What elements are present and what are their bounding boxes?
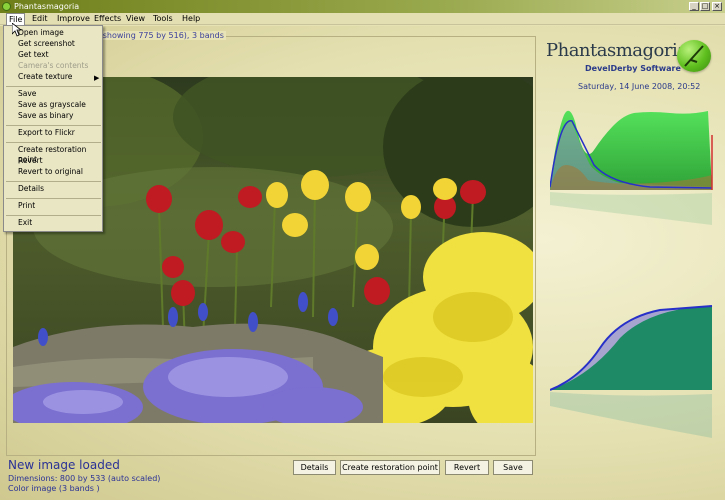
cumulative-histogram: [550, 305, 713, 438]
menu-revert-to-original[interactable]: Revert to original: [18, 167, 83, 177]
submenu-arrow-icon: ▶: [94, 74, 100, 82]
status-title: New image loaded: [8, 458, 120, 472]
details-button[interactable]: Details: [293, 460, 336, 475]
leaf-logo-icon: [677, 40, 711, 72]
menu-details[interactable]: Details: [18, 184, 44, 194]
revert-button[interactable]: Revert: [445, 460, 489, 475]
date-time: Saturday, 14 June 2008, 20:52: [578, 82, 701, 91]
file-menu-dropdown: Open image Get screenshot Get text Camer…: [3, 25, 103, 232]
menu-separator: [6, 181, 101, 182]
menu-bar: File Edit Improve Effects View Tools Hel…: [0, 13, 725, 25]
mouse-cursor-icon: [12, 23, 22, 37]
menu-separator: [6, 198, 101, 199]
status-dimensions: Dimensions: 800 by 533 (auto scaled): [8, 474, 161, 483]
status-color-info: Color image (3 bands ): [8, 484, 100, 493]
menu-save[interactable]: Save: [18, 89, 36, 99]
menu-get-text[interactable]: Get text: [18, 50, 49, 60]
menu-effects[interactable]: Effects: [92, 13, 123, 25]
image-info-label: 3 (showing 775 by 516), 3 bands: [90, 31, 226, 40]
menu-help[interactable]: Help: [180, 13, 202, 25]
title-bar: Phantasmagoria _ □ ×: [0, 0, 725, 13]
menu-save-as-grayscale[interactable]: Save as grayscale: [18, 100, 86, 110]
menu-open-image[interactable]: Open image: [18, 28, 64, 38]
menu-separator: [6, 142, 101, 143]
menu-cameras-contents: Camera's contents: [18, 61, 89, 70]
minimize-button[interactable]: _: [689, 2, 699, 11]
menu-exit[interactable]: Exit: [18, 218, 32, 228]
menu-export-to-flickr[interactable]: Export to Flickr: [18, 128, 75, 138]
menu-create-texture[interactable]: Create texture: [18, 72, 72, 82]
menu-separator: [6, 125, 101, 126]
window-title: Phantasmagoria: [14, 2, 80, 11]
menu-view[interactable]: View: [124, 13, 147, 25]
menu-tools[interactable]: Tools: [151, 13, 175, 25]
app-logo-text: Phantasmagoria: [546, 40, 688, 61]
menu-print[interactable]: Print: [18, 201, 35, 211]
maximize-button[interactable]: □: [700, 2, 710, 11]
menu-separator: [6, 215, 101, 216]
menu-save-as-binary[interactable]: Save as binary: [18, 111, 73, 121]
menu-get-screenshot[interactable]: Get screenshot: [18, 39, 75, 49]
menu-revert[interactable]: Revert: [18, 156, 43, 166]
create-restoration-point-button[interactable]: Create restoration point: [340, 460, 440, 475]
menu-improve[interactable]: Improve: [55, 13, 92, 25]
app-icon: [2, 2, 11, 11]
menu-separator: [6, 86, 101, 87]
company-name: DevelDerby Software: [585, 64, 681, 73]
color-histogram: [550, 110, 713, 225]
save-button[interactable]: Save: [493, 460, 533, 475]
menu-edit[interactable]: Edit: [30, 13, 50, 25]
close-button[interactable]: ×: [712, 2, 722, 11]
